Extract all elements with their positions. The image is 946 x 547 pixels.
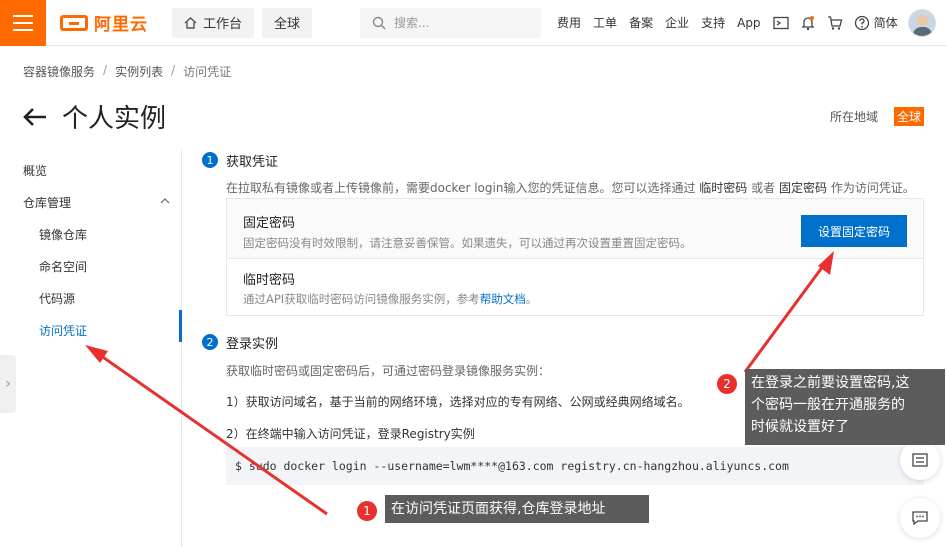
set-fixed-password-button[interactable]: 设置固定密码 [801, 215, 907, 247]
desc-text: 在拉取私有镜像或者上传镜像前，需要docker login输入您的凭证信息。您可… [226, 181, 696, 195]
step2-description: 获取临时密码或固定密码后，可通过密码登录镜像服务实例： [226, 364, 551, 378]
credentials-card: 固定密码 固定密码没有时效限制，请注意妥善保管。如果遗失，可以通过再次设置重置固… [226, 198, 924, 316]
temp-password-row: 临时密码 通过API获取临时密码访问镜像服务实例，参考帮助文档。 [227, 259, 923, 317]
link-fees[interactable]: 费用 [557, 14, 581, 31]
menu-icon[interactable] [0, 0, 46, 46]
page-title: 个人实例 [62, 104, 167, 134]
annotation-callout-2-line: 时候就设置好了 [751, 419, 849, 435]
bell-icon[interactable] [800, 15, 816, 31]
home-icon [184, 16, 197, 29]
desc-text: 作为访问凭证。 [830, 181, 915, 195]
help-icon[interactable] [854, 15, 870, 31]
region-indicator-label: 所在地域 [830, 110, 879, 124]
language-switch[interactable]: 简体 [874, 14, 898, 31]
step1-description: 在拉取私有镜像或者上传镜像前，需要docker login输入您的凭证信息。您可… [226, 179, 915, 196]
desc-text: 或者 [751, 181, 776, 195]
step-number: 1 [202, 152, 218, 168]
sidebar-item-image-repos[interactable]: 镜像仓库 [39, 226, 87, 243]
avatar[interactable] [907, 8, 936, 37]
sidebar-item-overview[interactable]: 概览 [23, 162, 47, 179]
sidebar-collapse-handle[interactable]: › [0, 355, 16, 413]
panel-icon [912, 453, 928, 467]
breadcrumb-item-current: 访问凭证 [183, 65, 232, 79]
link-enterprise[interactable]: 企业 [665, 14, 689, 31]
breadcrumb-item-instances[interactable]: 实例列表 [115, 63, 163, 80]
login-command[interactable]: $ sudo docker login --username=lwm****@1… [226, 447, 924, 485]
sidebar-item-repo-management[interactable]: 仓库管理 [23, 194, 71, 211]
back-arrow-icon[interactable] [22, 107, 48, 127]
search-input[interactable]: 搜索... [360, 7, 542, 38]
cart-icon[interactable] [827, 15, 843, 31]
step-number: 2 [202, 334, 218, 350]
desc-text: 。 [525, 292, 538, 306]
search-icon [372, 16, 386, 29]
link-support[interactable]: 支持 [701, 14, 725, 31]
region-badge: 全球 [894, 107, 925, 126]
link-icp[interactable]: 备案 [629, 14, 653, 31]
logo[interactable]: 阿里云 [60, 10, 148, 35]
breadcrumb-separator: / [171, 63, 176, 77]
link-tickets[interactable]: 工单 [593, 14, 617, 31]
step2-line1: 1）获取访问域名，基于当前的网络环境，选择对应的专有网络、公网或经典网络域名。 [226, 395, 690, 409]
annotation-badge-2: 2 [717, 374, 737, 394]
annotation-callout-1: 在访问凭证页面获得,仓库登录地址 [385, 495, 649, 523]
top-bar: 阿里云 工作台 全球 搜索... 费用 工单 备案 企业 支持 App 简体 [0, 0, 946, 46]
step-title-login: 登录实例 [226, 337, 279, 352]
temp-password-desc: 通过API获取临时密码访问镜像服务实例，参考帮助文档。 [243, 291, 537, 307]
workbench-label: 工作台 [203, 17, 243, 32]
chevron-right-icon: › [5, 376, 11, 392]
step2-line2: 2）在终端中输入访问凭证，登录Registry实例 [226, 427, 475, 441]
fixed-password-desc: 固定密码没有时效限制，请注意妥善保管。如果遗失，可以通过再次设置重置固定密码。 [243, 236, 692, 250]
sidebar-active-indicator [179, 310, 182, 342]
desc-temp-password: 临时密码 [699, 181, 748, 195]
desc-text: 通过API获取临时密码访问镜像服务实例，参考 [243, 292, 480, 306]
temp-password-title: 临时密码 [243, 273, 296, 288]
annotation-badge-1: 1 [357, 501, 377, 521]
workbench-button[interactable]: 工作台 [172, 7, 255, 38]
breadcrumb-separator: / [103, 63, 108, 77]
link-app[interactable]: App [737, 16, 760, 30]
top-icons [772, 15, 870, 31]
sidebar-item-access-credentials[interactable]: 访问凭证 [39, 322, 87, 339]
sidebar-item-namespaces[interactable]: 命名空间 [39, 258, 87, 275]
page-header: 个人实例 [22, 98, 166, 135]
region-indicator: 所在地域 全球 [830, 107, 925, 126]
aliyun-logo-icon [60, 14, 88, 31]
logo-text: 阿里云 [94, 15, 148, 35]
desc-fixed-password: 固定密码 [778, 181, 827, 195]
chat-icon [912, 511, 928, 526]
search-placeholder: 搜索... [394, 16, 430, 30]
chevron-up-icon[interactable] [160, 198, 170, 204]
step-title-get-credentials: 获取凭证 [226, 155, 279, 170]
breadcrumb: 容器镜像服务 / 实例列表 / 访问凭证 [23, 63, 231, 80]
annotation-callout-2-line: 个密码一般在开通服务的 [751, 397, 905, 413]
chat-button[interactable] [900, 498, 940, 538]
top-links: 费用 工单 备案 企业 支持 App [557, 14, 761, 31]
region-button[interactable]: 全球 [262, 7, 313, 38]
annotation-callout-2-line: 在登录之前要设置密码,这 [751, 375, 910, 391]
fixed-password-title: 固定密码 [243, 216, 296, 231]
region-label: 全球 [274, 17, 301, 32]
annotation-callout-2: 在登录之前要设置密码,这 个密码一般在开通服务的 时候就设置好了 [745, 369, 945, 445]
terminal-icon[interactable] [772, 15, 789, 31]
help-doc-link[interactable]: 帮助文档 [480, 292, 526, 306]
sidebar-item-code-sources[interactable]: 代码源 [39, 290, 75, 307]
breadcrumb-item-cr[interactable]: 容器镜像服务 [23, 63, 95, 80]
sidebar: 概览 仓库管理 镜像仓库 命名空间 代码源 访问凭证 [0, 150, 182, 547]
fixed-password-row: 固定密码 固定密码没有时效限制，请注意妥善保管。如果遗失，可以通过再次设置重置固… [227, 199, 923, 259]
feedback-button[interactable] [900, 440, 940, 480]
